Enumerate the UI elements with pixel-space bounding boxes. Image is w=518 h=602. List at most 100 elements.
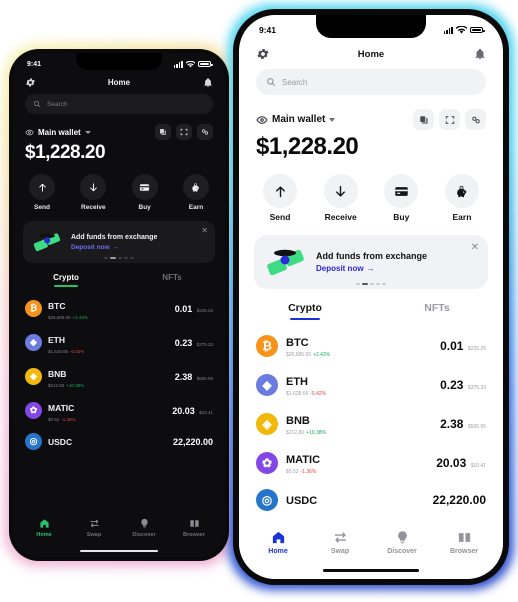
credit-card-icon — [131, 174, 158, 200]
receive-button[interactable]: Receive — [323, 174, 358, 222]
buy-label: Buy — [393, 212, 410, 222]
wallet-name: Main wallet — [38, 127, 81, 137]
tab-crypto[interactable]: Crypto — [239, 302, 371, 320]
wallet-selector[interactable]: Main wallet — [25, 128, 91, 137]
send-button[interactable]: Send — [29, 174, 55, 211]
bell-icon[interactable] — [203, 77, 213, 88]
wifi-icon — [186, 60, 195, 67]
nav-home[interactable]: Home — [19, 518, 69, 557]
status-time: 9:41 — [259, 25, 277, 35]
buy-label: Buy — [138, 204, 151, 211]
wallet-selector[interactable]: Main wallet — [256, 114, 336, 126]
arrow-down-icon — [80, 174, 107, 200]
cellular-signal-icon — [443, 26, 453, 34]
wallet-header: Main wallet — [13, 114, 225, 140]
scan-icon[interactable] — [176, 124, 192, 140]
tab-indicator — [290, 317, 320, 320]
table-row[interactable]: ◈ BNB $212.80 +10.38% 2.38 $506.95 — [25, 359, 213, 393]
token-change: +2.43% — [313, 352, 331, 358]
tab-nfts[interactable]: NFTs — [371, 302, 503, 320]
table-row[interactable]: ₿ BTC $26,685.00 +2.43% 0.01 $226.25 — [25, 291, 213, 325]
link-icon[interactable] — [197, 124, 213, 140]
token-symbol: BNB — [48, 369, 67, 379]
nav-browser[interactable]: Browser — [169, 518, 219, 557]
btc-icon: ₿ — [25, 299, 42, 317]
tab-crypto-label: Crypto — [288, 302, 322, 314]
tab-nfts-label: NFTs — [424, 302, 450, 314]
link-icon[interactable] — [465, 109, 486, 130]
nav-browser[interactable]: Browser — [433, 530, 495, 579]
search-icon — [267, 78, 276, 87]
buy-button[interactable]: Buy — [131, 174, 158, 211]
home-indicator — [80, 549, 158, 552]
bell-icon[interactable] — [474, 47, 486, 61]
quick-actions: Send Receive Buy Earn — [239, 161, 503, 222]
table-row[interactable]: ◆ ETH $1,628.65 -0.42% 0.23 $375.33 — [25, 325, 213, 359]
gear-icon[interactable] — [25, 77, 36, 88]
send-button[interactable]: Send — [263, 174, 297, 222]
token-change: -1.36% — [61, 417, 76, 422]
send-label: Send — [269, 212, 291, 222]
home-icon — [39, 519, 49, 528]
book-icon — [189, 520, 199, 527]
token-price: $212.80 — [48, 383, 65, 388]
receive-button[interactable]: Receive — [80, 174, 107, 211]
bnb-icon: ◈ — [25, 367, 42, 385]
page-title: Home — [357, 48, 385, 60]
search-placeholder: Search — [47, 100, 68, 108]
chevron-down-icon — [84, 130, 91, 134]
table-row[interactable]: ✿ MATIC $0.52 -1.36% 20.03 $10.41 — [256, 443, 486, 482]
usdc-icon: ◎ — [25, 432, 42, 450]
search-input[interactable]: Search — [256, 69, 486, 95]
asset-tabs: Crypto NFTs — [239, 302, 503, 320]
token-amount: 2.38 — [440, 416, 464, 431]
token-amount: 20.03 — [436, 455, 467, 470]
table-row[interactable]: ₿ BTC $26,685.00 +2.43% 0.01 $226.25 — [256, 326, 486, 365]
deposit-now-link[interactable]: Deposit now → — [71, 244, 157, 251]
earn-label: Earn — [452, 212, 472, 222]
deposit-now-link[interactable]: Deposit now → — [316, 264, 427, 273]
token-price: $1,628.65 — [48, 349, 69, 354]
copy-icon[interactable] — [413, 109, 434, 130]
earn-button[interactable]: Earn — [444, 174, 479, 222]
promo-banner[interactable]: Add funds from exchange Deposit now → ✕ — [23, 221, 215, 263]
token-value: $226.25 — [467, 345, 486, 352]
wallet-header: Main wallet — [239, 95, 503, 130]
token-value: $506.95 — [467, 423, 486, 430]
dark-phone: 9:41 Home Search Main wallet $1,228.20 S… — [9, 49, 229, 561]
copy-icon[interactable] — [155, 124, 171, 140]
table-row[interactable]: ◈ BNB $212.80 +10.38% 2.38 $506.95 — [256, 404, 486, 443]
promo-illustration — [264, 245, 308, 279]
earn-button[interactable]: Earn — [182, 174, 209, 211]
tab-nfts[interactable]: NFTs — [119, 273, 225, 287]
close-icon[interactable]: ✕ — [201, 227, 208, 235]
swap-icon — [89, 519, 99, 528]
token-value: $506.95 — [196, 376, 213, 381]
nav-discover-label: Discover — [132, 532, 156, 538]
buy-button[interactable]: Buy — [384, 174, 419, 222]
arrow-up-icon — [263, 174, 297, 208]
token-price: $212.80 — [286, 430, 305, 436]
token-value: $10.41 — [470, 462, 486, 469]
token-amount: 20.03 — [172, 406, 195, 416]
table-row[interactable]: ✿ MATIC $0.52 -1.36% 20.03 $10.41 — [25, 393, 213, 427]
asset-tabs: Crypto NFTs — [13, 273, 225, 287]
gear-icon[interactable] — [256, 47, 270, 61]
arrow-right-icon: → — [112, 243, 120, 251]
matic-icon: ✿ — [25, 401, 42, 419]
table-row[interactable]: ◎ USDC 22,220.00 — [25, 427, 213, 455]
top-bar: Home — [13, 75, 225, 92]
promo-banner[interactable]: Add funds from exchange Deposit now → ✕ — [254, 235, 488, 289]
table-row[interactable]: ◎ USDC 22,220.00 — [256, 482, 486, 518]
nav-home[interactable]: Home — [247, 530, 309, 579]
tab-crypto[interactable]: Crypto — [13, 273, 119, 287]
scan-icon[interactable] — [439, 109, 460, 130]
swap-icon — [334, 532, 346, 543]
top-bar: Home — [239, 45, 503, 67]
token-change: +10.38% — [306, 430, 326, 436]
page-title: Home — [107, 78, 131, 87]
close-icon[interactable]: ✕ — [471, 243, 479, 253]
table-row[interactable]: ◆ ETH $1,628.65 -0.42% 0.23 $375.33 — [256, 365, 486, 404]
search-input[interactable]: Search — [25, 94, 213, 114]
credit-card-icon — [384, 174, 419, 208]
